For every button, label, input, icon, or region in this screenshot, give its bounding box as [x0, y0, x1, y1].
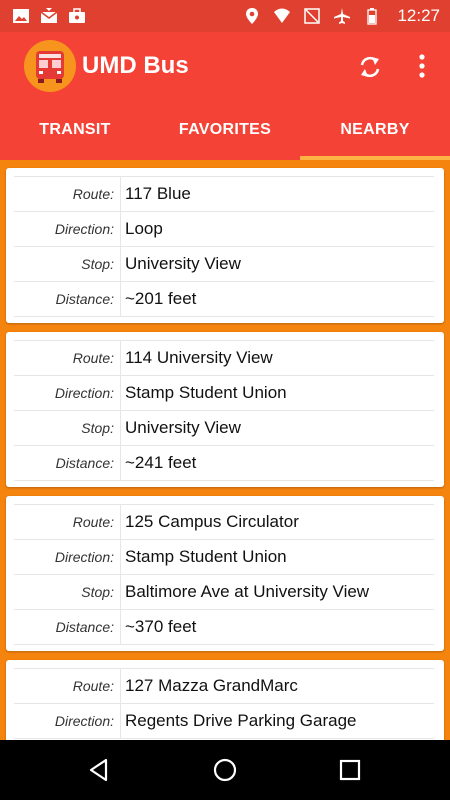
nearby-list[interactable]: Route: 117 Blue Direction: Loop Stop: Un… — [0, 160, 450, 740]
system-nav-bar — [0, 740, 450, 800]
battery-icon — [367, 8, 378, 25]
tab-nearby[interactable]: NEARBY — [300, 100, 450, 160]
distance-label: Distance: — [55, 619, 114, 635]
distance-label: Distance: — [55, 455, 114, 471]
tab-transit[interactable]: TRANSIT — [0, 100, 150, 160]
stop-row: Stop: University View — [14, 411, 434, 446]
direction-label: Direction: — [54, 549, 114, 565]
direction-row: Direction: Loop — [14, 212, 434, 247]
route-row: Route: 117 Blue — [14, 176, 434, 212]
route-row: Route: 125 Campus Circulator — [14, 504, 434, 540]
direction-row: Direction: Stamp Student Union — [14, 540, 434, 575]
wifi-icon — [274, 8, 291, 23]
distance-value: ~201 feet — [125, 289, 197, 308]
distance-row: Distance: ~370 feet — [14, 610, 434, 645]
route-value: 114 University View — [125, 348, 273, 367]
bus-logo-icon — [24, 40, 76, 92]
stop-card[interactable]: Route: 127 Mazza GrandMarc Direction: Re… — [6, 660, 444, 740]
stop-value: University View — [125, 418, 241, 437]
route-row: Route: 127 Mazza GrandMarc — [14, 668, 434, 704]
distance-value: ~370 feet — [125, 617, 197, 636]
distance-row: Distance: ~241 feet — [14, 446, 434, 481]
home-icon[interactable] — [210, 755, 240, 785]
stop-label: Stop: — [81, 420, 114, 436]
stop-card[interactable]: Route: 114 University View Direction: St… — [6, 332, 444, 487]
refresh-icon[interactable] — [355, 52, 385, 82]
status-bar: 12:27 — [0, 0, 450, 32]
direction-row: Direction: Stamp Student Union — [14, 376, 434, 411]
no-signal-icon — [304, 8, 321, 24]
route-value: 117 Blue — [125, 184, 191, 203]
distance-value: ~241 feet — [125, 453, 197, 472]
direction-value: Loop — [125, 219, 163, 238]
route-value: 125 Campus Circulator — [125, 512, 299, 531]
direction-row: Direction: Regents Drive Parking Garage — [14, 704, 434, 739]
route-label: Route: — [72, 514, 114, 530]
stop-label: Stop: — [81, 584, 114, 600]
direction-label: Direction: — [54, 713, 114, 729]
briefcase-icon — [69, 8, 85, 23]
direction-label: Direction: — [54, 385, 114, 401]
direction-value: Stamp Student Union — [125, 383, 287, 402]
route-row: Route: 114 University View — [14, 340, 434, 376]
mail-icon — [40, 8, 58, 23]
clock: 12:27 — [397, 6, 440, 25]
more-vert-icon[interactable] — [410, 50, 434, 82]
tab-favorites[interactable]: FAVORITES — [150, 100, 300, 160]
route-label: Route: — [72, 186, 114, 202]
direction-value: Regents Drive Parking Garage — [125, 711, 357, 730]
stop-card[interactable]: Route: 125 Campus Circulator Direction: … — [6, 496, 444, 651]
direction-value: Stamp Student Union — [125, 547, 287, 566]
stop-card[interactable]: Route: 117 Blue Direction: Loop Stop: Un… — [6, 168, 444, 323]
distance-row: Distance: ~201 feet — [14, 282, 434, 317]
location-icon — [246, 8, 259, 24]
stop-row: Stop: University View — [14, 247, 434, 282]
stop-row: Stop: Baltimore Ave at University View — [14, 575, 434, 610]
tab-bar: TRANSIT FAVORITES NEARBY — [0, 100, 450, 160]
stop-value: Baltimore Ave at University View — [125, 582, 370, 601]
recents-icon[interactable] — [335, 755, 365, 785]
image-icon — [13, 9, 29, 23]
stop-value: University View — [125, 254, 241, 273]
route-value: 127 Mazza GrandMarc — [125, 676, 298, 695]
stop-label: Stop: — [81, 256, 114, 272]
route-label: Route: — [72, 678, 114, 694]
app-bar: UMD Bus — [0, 32, 450, 100]
distance-label: Distance: — [55, 291, 114, 307]
direction-label: Direction: — [54, 221, 114, 237]
app-title: UMD Bus — [82, 52, 189, 79]
route-label: Route: — [72, 350, 114, 366]
airplane-icon — [334, 8, 351, 24]
back-icon[interactable] — [84, 755, 114, 785]
